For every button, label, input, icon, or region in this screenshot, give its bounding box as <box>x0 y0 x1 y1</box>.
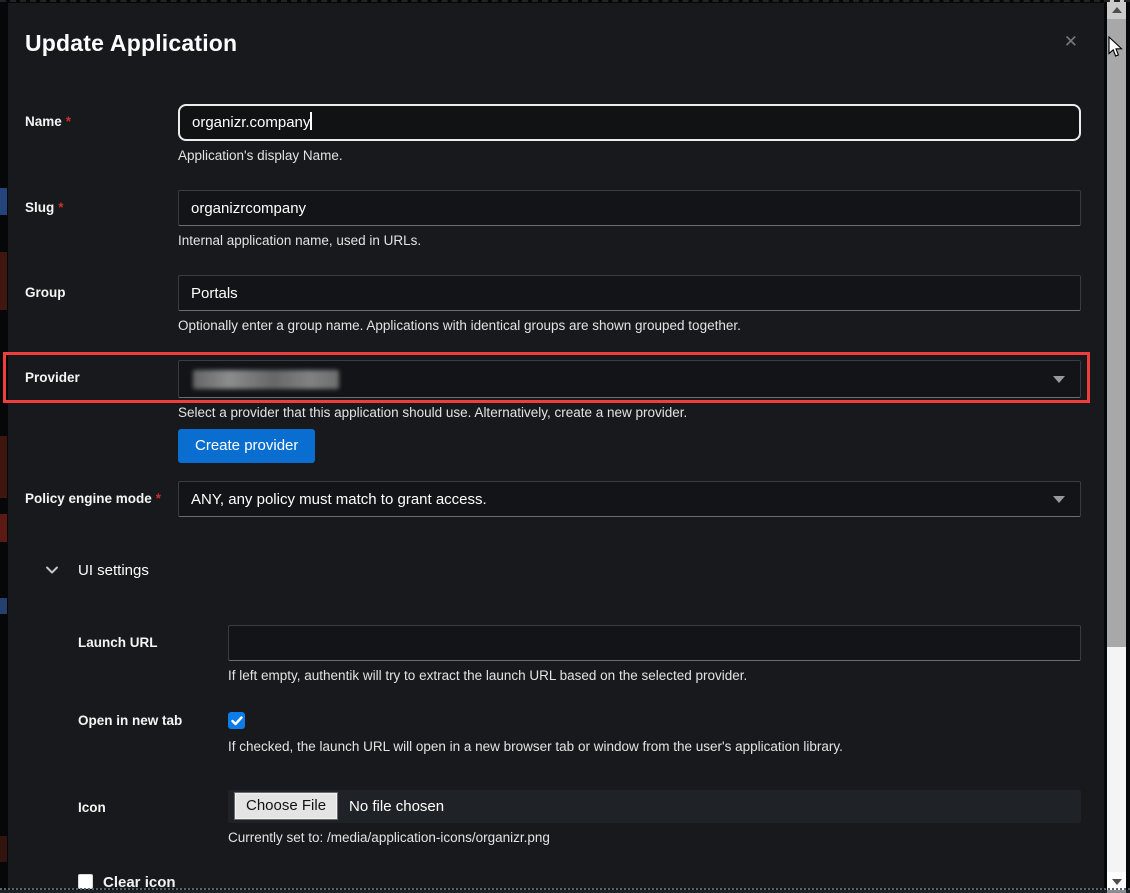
icon-label: Icon <box>78 790 228 845</box>
policy-engine-mode-label: Policy engine mode* <box>25 481 178 517</box>
launch-url-input[interactable] <box>228 625 1081 661</box>
slug-help: Internal application name, used in URLs. <box>178 233 1081 248</box>
form-group-slug: Slug* Internal application name, used in… <box>25 190 1081 248</box>
close-icon[interactable]: ✕ <box>1064 33 1078 50</box>
group-input[interactable] <box>178 275 1081 311</box>
arrow-up-icon <box>1112 7 1122 13</box>
page-title: Update Application <box>25 28 1081 58</box>
form-group-launch-url: Launch URL If left empty, authentik will… <box>78 625 1081 683</box>
ui-settings-section-label: UI settings <box>78 562 149 579</box>
name-label: Name* <box>25 104 178 163</box>
choose-file-button[interactable]: Choose File <box>235 793 337 819</box>
launch-url-label: Launch URL <box>78 625 228 683</box>
chevron-down-icon <box>1053 376 1065 383</box>
chevron-down-icon <box>45 563 59 577</box>
slug-input[interactable] <box>178 190 1081 226</box>
provider-value-redacted <box>193 370 339 389</box>
update-application-modal: Update Application ✕ Name* Application's… <box>8 3 1104 889</box>
form-group-name: Name* Application's display Name. <box>25 104 1081 163</box>
launch-url-help: If left empty, authentik will try to ext… <box>228 668 1081 683</box>
scrollbar-thumb[interactable] <box>1107 19 1126 647</box>
policy-engine-mode-value: ANY, any policy must match to grant acce… <box>191 491 487 508</box>
background-fragment <box>0 836 7 862</box>
ui-settings-section-body: Launch URL If left empty, authentik will… <box>25 625 1081 889</box>
text-cursor <box>310 112 312 130</box>
form-group-policy-engine-mode: Policy engine mode* ANY, any policy must… <box>25 481 1081 517</box>
application-form: Name* Application's display Name. Slug* … <box>25 104 1081 889</box>
create-provider-button[interactable]: Create provider <box>178 429 315 463</box>
background-fragment <box>0 252 7 310</box>
group-label: Group <box>25 275 178 333</box>
background-fragment <box>0 436 7 498</box>
group-help: Optionally enter a group name. Applicati… <box>178 318 1081 333</box>
check-icon <box>231 716 243 726</box>
required-asterisk: * <box>58 200 63 215</box>
open-in-new-tab-label: Open in new tab <box>78 709 228 754</box>
background-fragment <box>0 188 7 215</box>
policy-engine-mode-select[interactable]: ANY, any policy must match to grant acce… <box>178 481 1081 517</box>
chevron-down-icon <box>1053 496 1065 503</box>
name-help: Application's display Name. <box>178 148 1081 163</box>
required-asterisk: * <box>156 491 161 506</box>
icon-help: Currently set to: /media/application-ico… <box>228 830 1081 845</box>
screenshot-edge <box>0 888 1130 890</box>
scroll-up-button[interactable] <box>1107 0 1126 19</box>
open-in-new-tab-checkbox[interactable] <box>228 712 245 729</box>
form-group-clear-icon: Clear icon <box>78 874 1081 890</box>
required-asterisk: * <box>66 114 71 129</box>
form-group-provider: Provider Select a provider that this app… <box>25 360 1081 463</box>
provider-help: Select a provider that this application … <box>178 405 1081 420</box>
arrow-down-icon <box>1112 879 1122 885</box>
form-group-group: Group Optionally enter a group name. App… <box>25 275 1081 333</box>
open-in-new-tab-help: If checked, the launch URL will open in … <box>228 739 1081 754</box>
file-chosen-status: No file chosen <box>349 798 444 815</box>
name-input[interactable] <box>178 104 1081 141</box>
screenshot-viewport: Update Application ✕ Name* Application's… <box>0 0 1130 893</box>
icon-file-input[interactable]: Choose File No file chosen <box>228 790 1081 823</box>
form-group-open-in-new-tab: Open in new tab If checked, the launch U… <box>78 709 1081 754</box>
provider-select[interactable] <box>178 360 1081 398</box>
ui-settings-section-toggle[interactable]: UI settings <box>45 559 1081 581</box>
vertical-scrollbar[interactable] <box>1107 0 1126 893</box>
clear-icon-label: Clear icon <box>103 874 176 890</box>
clear-icon-checkbox[interactable] <box>78 874 93 889</box>
background-fragment <box>0 514 7 542</box>
form-group-icon: Icon Choose File No file chosen Currentl… <box>78 790 1081 845</box>
provider-label: Provider <box>25 360 178 463</box>
screenshot-edge <box>0 0 1130 2</box>
background-fragment <box>0 598 7 614</box>
slug-label: Slug* <box>25 190 178 248</box>
